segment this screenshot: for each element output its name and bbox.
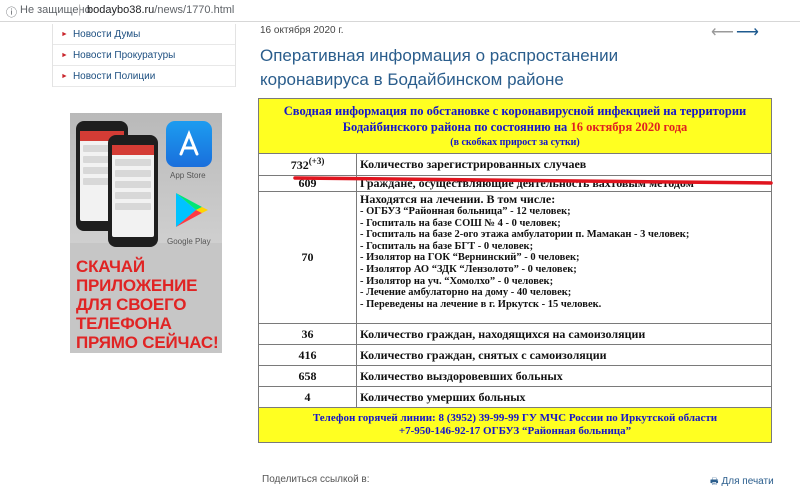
released-count: 416 (258, 344, 357, 366)
sidebar-item-label: Новости Думы (72, 29, 141, 40)
print-icon: 🖶 (710, 476, 719, 486)
url-path: /news/1770.html (154, 4, 235, 16)
sidebar-item-duma-news[interactable]: ► Новости Думы (53, 24, 235, 45)
isolation-count: 36 (258, 323, 357, 345)
app-store-label: App Store (170, 171, 206, 180)
bullet-arrow-icon: ► (61, 52, 68, 59)
table-row: 416 Количество граждан, снятых с самоизо… (258, 344, 772, 366)
sidebar-item-label: Новости Прокуратуры (72, 50, 176, 61)
treatment-line: - Госпиталь на базе 2-ого этажа амбулато… (360, 229, 690, 241)
treatment-line: - Лечение амбулаторно на дому - 40 челов… (360, 287, 572, 299)
bullet-arrow-icon: ► (61, 73, 68, 80)
cases-delta: (+3) (308, 156, 325, 166)
table-row: 658 Количество выздоровевших больных (258, 365, 772, 387)
report-header-date: 16 октября 2020 года (570, 120, 688, 134)
article-title: Оперативная информация о распростанении … (260, 46, 619, 89)
banner-slogan: СКАЧАЙ ПРИЛОЖЕНИЕ ДЛЯ СВОЕГО ТЕЛЕФОНА ПР… (76, 257, 219, 352)
table-row: 4 Количество умерших больных (258, 386, 772, 408)
info-icon[interactable]: ⓘ (6, 4, 17, 20)
google-play-label: Google Play (167, 237, 211, 246)
red-underline-annotation (293, 176, 773, 185)
isolation-label: Количество граждан, находящихся на самои… (356, 323, 772, 345)
hotline-line-1: Телефон горячей линии: 8 (3952) 39-99-99… (312, 412, 718, 424)
table-row: 732(+3) Количество зарегистрированных сл… (258, 153, 772, 176)
table-row: 70 Находятся на лечении. В том числе: - … (258, 191, 772, 324)
share-label: Поделиться ссылкой в: (262, 474, 370, 485)
phone-mockup-front (108, 135, 158, 247)
report-header: Сводная информация по обстановке с корон… (258, 98, 772, 154)
treatment-details: Находятся на лечении. В том числе: - ОГБ… (356, 191, 772, 324)
covid-report-table: Сводная информация по обстановке с корон… (258, 98, 772, 443)
address-separator: | (78, 2, 82, 16)
treatment-heading: Находятся на лечении. В том числе: (360, 192, 556, 206)
app-download-banner[interactable]: App Store Google Play СКАЧАЙ ПРИЛОЖЕНИЕ … (70, 113, 222, 353)
app-store-icon[interactable] (166, 121, 212, 167)
next-arrow-icon[interactable]: ⟶ (736, 22, 759, 42)
print-label: Для печати (721, 476, 774, 487)
prev-arrow-icon[interactable]: ⟵ (711, 22, 734, 42)
cases-count: 732 (290, 158, 309, 172)
article-date: 16 октября 2020 г. (260, 25, 344, 36)
table-row: 36 Количество граждан, находящихся на са… (258, 323, 772, 345)
recovered-label: Количество выздоровевших больных (356, 365, 772, 387)
hotline-box: Телефон горячей линии: 8 (3952) 39-99-99… (258, 407, 772, 443)
treatment-line: - Госпиталь на базе БГТ - 0 человек; (360, 240, 534, 252)
treatment-line: - Госпиталь на базе СОШ № 4 - 0 человек; (360, 217, 561, 229)
cases-count-cell: 732(+3) (258, 153, 357, 176)
sidebar-item-label: Новости Полиции (72, 71, 156, 82)
browser-address-bar[interactable]: ⓘ Не защищено | bodaybo38.ru/news/1770.h… (0, 0, 800, 22)
deaths-count: 4 (258, 386, 357, 408)
treatment-line: - Изолятор АО “ЗДК “Лензолото” - 0 челов… (360, 263, 577, 275)
treatment-line: - Изолятор на уч. “Хомолхо” - 0 человек; (360, 275, 554, 287)
cases-label: Количество зарегистрированных случаев (356, 153, 772, 176)
url-text[interactable]: bodaybo38.ru/news/1770.html (87, 4, 234, 16)
treatment-line: - Переведены на лечение в г. Иркутск - 1… (360, 298, 602, 310)
bullet-arrow-icon: ► (61, 31, 68, 38)
treatment-count: 70 (258, 191, 357, 324)
report-header-note: (в скобках прирост за сутки) (450, 137, 580, 148)
google-play-icon[interactable] (166, 187, 212, 233)
recovered-count: 658 (258, 365, 357, 387)
sidebar-menu: ► Новости Думы ► Новости Прокуратуры ► Ново… (52, 24, 236, 87)
deaths-label: Количество умерших больных (356, 386, 772, 408)
hotline-line-2: +7-950-146-92-17 ОГБУЗ “Районная больниц… (398, 425, 632, 437)
sidebar-item-police-news[interactable]: ► Новости Полиции (53, 66, 235, 87)
treatment-line: - ОГБУЗ “Районная больница” - 12 человек… (360, 206, 571, 217)
sidebar-item-prosecutor-news[interactable]: ► Новости Прокуратуры (53, 45, 235, 66)
released-label: Количество граждан, снятых с самоизоляци… (356, 344, 772, 366)
url-domain: bodaybo38.ru (87, 4, 155, 16)
print-link[interactable]: 🖶 Для печати (710, 474, 774, 489)
treatment-line: - Изолятор на ГОК “Вернинский” - 0 челов… (360, 252, 580, 264)
